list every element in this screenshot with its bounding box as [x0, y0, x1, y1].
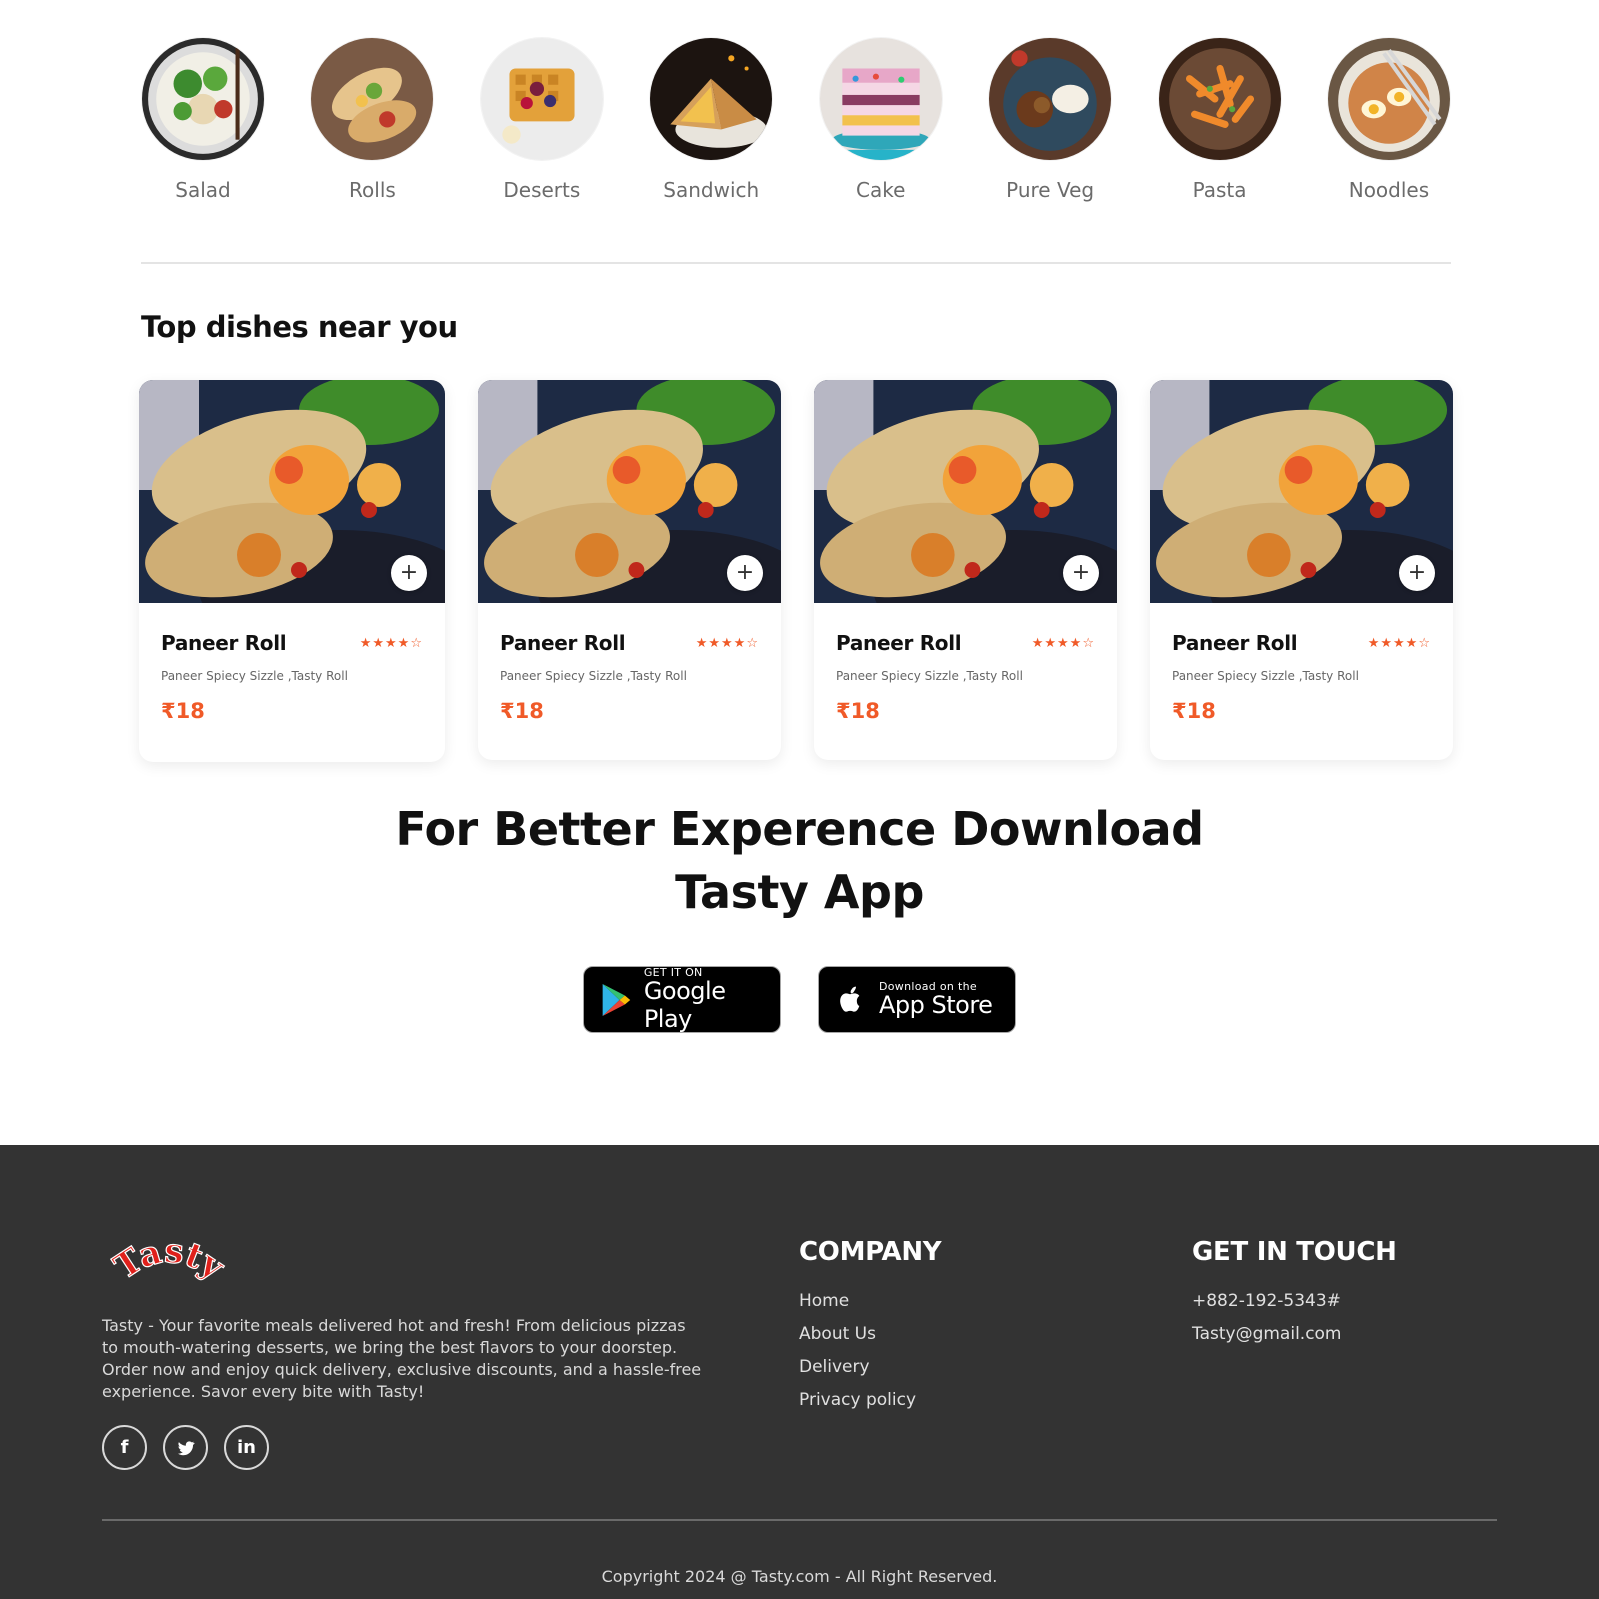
footer-divider — [102, 1519, 1497, 1521]
dish-name: Paneer Roll — [836, 631, 962, 655]
section-title: Top dishes near you — [141, 310, 458, 344]
footer-link-privacy[interactable]: Privacy policy — [799, 1390, 916, 1411]
dish-card[interactable]: + Paneer Roll ★★★★☆ Paneer Spiecy Sizzle… — [1150, 380, 1453, 760]
dish-image: + — [1150, 380, 1453, 603]
category-list: Salad Rolls Deserts Sandwich Cake Pure V… — [141, 38, 1451, 202]
section-divider — [141, 262, 1451, 264]
deserts-image — [480, 38, 603, 160]
twitter-icon[interactable] — [163, 1425, 208, 1470]
contact-info: +882-192-5343# Tasty@gmail.com — [1192, 1291, 1342, 1345]
dish-description: Paneer Spiecy Sizzle ,Tasty Roll — [836, 669, 1023, 683]
cake-image — [819, 38, 942, 160]
footer-link-about[interactable]: About Us — [799, 1324, 916, 1345]
category-label: Pure Veg — [1006, 178, 1095, 202]
dish-image: + — [478, 380, 781, 603]
category-noodles[interactable]: Noodles — [1327, 38, 1451, 202]
contact-email[interactable]: Tasty@gmail.com — [1192, 1324, 1342, 1345]
noodles-image — [1327, 38, 1450, 160]
rating-stars-icon: ★★★★☆ — [1031, 635, 1095, 651]
category-label: Deserts — [503, 178, 581, 202]
category-label: Noodles — [1348, 178, 1430, 202]
copyright-text: Copyright 2024 @ Tasty.com - All Right R… — [601, 1567, 998, 1586]
sandwich-image — [650, 38, 773, 160]
company-heading: COMPANY — [799, 1237, 942, 1267]
apple-icon — [833, 980, 869, 1020]
category-deserts[interactable]: Deserts — [480, 38, 604, 202]
rating-stars-icon: ★★★★☆ — [695, 635, 759, 651]
category-label: Salad — [175, 178, 231, 202]
google-play-icon — [598, 980, 634, 1020]
store-buttons: GET IT ON Google Play Download on the Ap… — [0, 966, 1599, 1033]
dish-image: + — [139, 380, 445, 603]
linkedin-icon[interactable]: in — [224, 1425, 269, 1470]
social-links: f in — [102, 1425, 269, 1470]
category-sandwich[interactable]: Sandwich — [649, 38, 773, 202]
contact-phone[interactable]: +882-192-5343# — [1192, 1291, 1342, 1312]
app-store-big-text: App Store — [879, 991, 993, 1019]
dish-description: Paneer Spiecy Sizzle ,Tasty Roll — [1172, 669, 1359, 683]
rolls-image — [311, 38, 434, 160]
category-label: Rolls — [349, 178, 396, 202]
facebook-icon[interactable]: f — [102, 1425, 147, 1470]
dish-card[interactable]: + Paneer Roll ★★★★☆ Paneer Spiecy Sizzle… — [814, 380, 1117, 760]
category-label: Sandwich — [663, 178, 760, 202]
footer-about-text: Tasty - Your favorite meals delivered ho… — [102, 1316, 702, 1401]
dish-price: ₹18 — [161, 699, 205, 723]
pure-veg-image — [989, 38, 1112, 160]
dish-description: Paneer Spiecy Sizzle ,Tasty Roll — [161, 669, 348, 683]
category-cake[interactable]: Cake — [819, 38, 943, 202]
add-to-cart-button[interactable]: + — [1063, 555, 1099, 591]
rating-stars-icon: ★★★★☆ — [1367, 635, 1431, 651]
category-salad[interactable]: Salad — [141, 38, 265, 202]
svg-text:Tasty: Tasty — [107, 1235, 232, 1288]
google-play-big-text: Google Play — [643, 977, 726, 1033]
footer-link-delivery[interactable]: Delivery — [799, 1357, 916, 1378]
category-label: Cake — [855, 178, 906, 202]
logo-text: Tasty — [106, 1230, 232, 1289]
google-play-button[interactable]: GET IT ON Google Play — [583, 966, 781, 1033]
category-rolls[interactable]: Rolls — [310, 38, 434, 202]
dish-price: ₹18 — [836, 699, 880, 723]
category-label: Pasta — [1192, 178, 1247, 202]
dish-name: Paneer Roll — [500, 631, 626, 655]
dish-price: ₹18 — [500, 699, 544, 723]
download-heading-line2: Tasty App — [675, 865, 924, 919]
category-pure-veg[interactable]: Pure Veg — [988, 38, 1112, 202]
contact-heading: GET IN TOUCH — [1192, 1237, 1397, 1267]
download-heading-line1: For Better Experence Download — [395, 802, 1204, 856]
add-to-cart-button[interactable]: + — [1399, 555, 1435, 591]
app-store-button[interactable]: Download on the App Store — [818, 966, 1016, 1033]
footer: Tasty Tasty - Your favorite meals delive… — [0, 1145, 1599, 1599]
dish-image: + — [814, 380, 1117, 603]
footer-link-home[interactable]: Home — [799, 1291, 916, 1312]
dish-card[interactable]: + Paneer Roll ★★★★☆ Paneer Spiecy Sizzle… — [478, 380, 781, 760]
dish-list: + Paneer Roll ★★★★☆ Paneer Spiecy Sizzle… — [139, 380, 1453, 762]
dish-description: Paneer Spiecy Sizzle ,Tasty Roll — [500, 669, 687, 683]
tasty-logo[interactable]: Tasty — [104, 1230, 234, 1305]
dish-card[interactable]: + Paneer Roll ★★★★☆ Paneer Spiecy Sizzle… — [139, 380, 445, 762]
company-links: Home About Us Delivery Privacy policy — [799, 1291, 916, 1411]
rating-stars-icon: ★★★★☆ — [359, 635, 423, 651]
add-to-cart-button[interactable]: + — [391, 555, 427, 591]
salad-image — [142, 38, 264, 160]
download-heading: For Better Experence Download Tasty App — [0, 798, 1599, 924]
dish-price: ₹18 — [1172, 699, 1216, 723]
add-to-cart-button[interactable]: + — [727, 555, 763, 591]
dish-name: Paneer Roll — [161, 631, 287, 655]
pasta-image — [1158, 38, 1281, 160]
dish-name: Paneer Roll — [1172, 631, 1298, 655]
category-pasta[interactable]: Pasta — [1158, 38, 1282, 202]
